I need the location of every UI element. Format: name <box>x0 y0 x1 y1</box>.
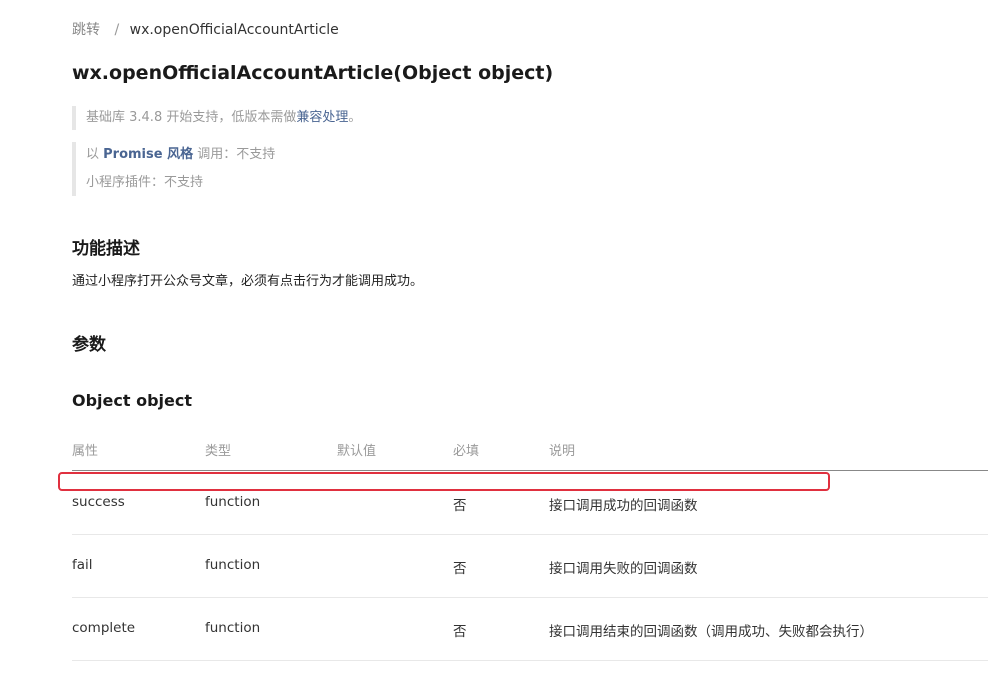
table-header-default: 默认值 <box>337 444 377 459</box>
support-note-prefix: 基础库 3.4.8 开始支持，低版本需做 <box>86 110 297 125</box>
cell-desc: 接口调用结束的回调函数（调用成功、失败都会执行） <box>549 624 873 640</box>
plugin-support-row: 小程序插件：不支持 <box>86 170 275 198</box>
section-heading-params: 参数 <box>72 335 106 355</box>
description-text: 通过小程序打开公众号文章，必须有点击行为才能调用成功。 <box>72 274 424 289</box>
cell-name: success <box>72 494 125 510</box>
table-header-divider <box>72 470 988 471</box>
breadcrumb-separator: / <box>114 22 120 38</box>
row-divider <box>72 597 988 598</box>
promise-value: 不支持 <box>236 147 276 162</box>
plugin-value: 不支持 <box>164 175 204 190</box>
table-header-name: 属性 <box>72 444 99 459</box>
promise-label: 调用： <box>193 147 237 162</box>
promise-support-row: 以 Promise 风格 调用：不支持 <box>86 142 275 170</box>
table-header-required: 必填 <box>453 444 480 459</box>
compat-link[interactable]: 兼容处理 <box>296 110 348 125</box>
section-heading-description: 功能描述 <box>72 239 140 259</box>
object-heading: Object object <box>72 391 193 410</box>
row-divider <box>72 660 988 661</box>
cell-required: 否 <box>453 561 467 577</box>
page-title: wx.openOfficialAccountArticle(Object obj… <box>72 62 554 84</box>
breadcrumb: 跳转 / wx.openOfficialAccountArticle <box>72 19 339 39</box>
promise-prefix: 以 <box>86 147 104 162</box>
cell-required: 否 <box>453 498 467 514</box>
plugin-label: 小程序插件： <box>86 175 165 190</box>
compat-note: 以 Promise 风格 调用：不支持 小程序插件：不支持 <box>72 142 275 196</box>
breadcrumb-current: wx.openOfficialAccountArticle <box>129 22 339 38</box>
table-header-desc: 说明 <box>549 444 576 459</box>
table-header-type: 类型 <box>205 444 232 459</box>
breadcrumb-parent-link[interactable]: 跳转 <box>72 22 100 38</box>
cell-required: 否 <box>453 624 467 640</box>
highlight-annotation-box <box>58 472 830 491</box>
cell-desc: 接口调用失败的回调函数 <box>549 561 698 577</box>
cell-type: function <box>205 620 261 636</box>
cell-name: fail <box>72 557 93 573</box>
cell-desc: 接口调用成功的回调函数 <box>549 498 698 514</box>
support-note: 基础库 3.4.8 开始支持，低版本需做兼容处理。 <box>72 106 361 130</box>
support-note-suffix: 。 <box>348 110 362 125</box>
cell-name: complete <box>72 620 136 636</box>
cell-type: function <box>205 557 261 573</box>
row-divider <box>72 534 988 535</box>
cell-type: function <box>205 494 261 510</box>
promise-style-link[interactable]: Promise 风格 <box>103 147 193 162</box>
